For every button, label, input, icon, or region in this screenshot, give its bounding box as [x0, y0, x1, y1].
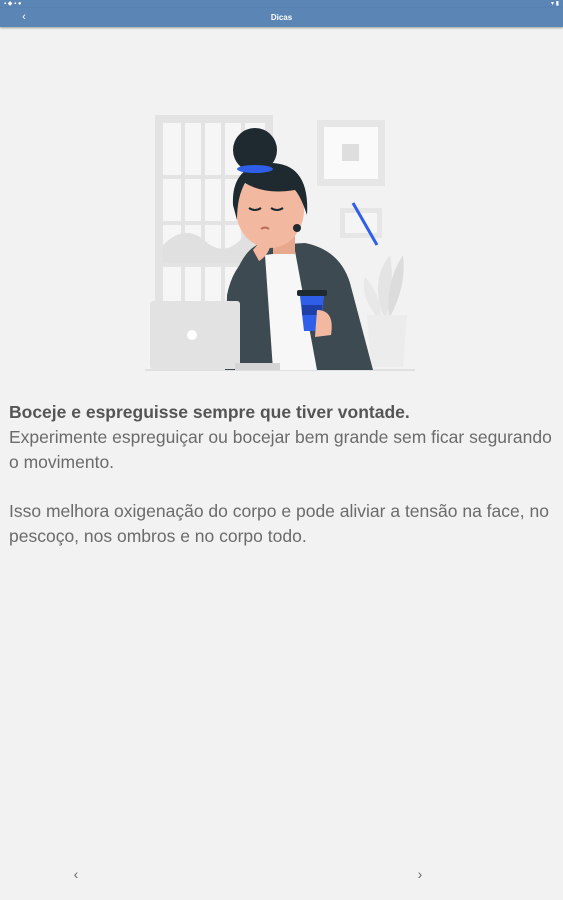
status-icons-right: ▾ ▮: [551, 1, 559, 7]
next-page-icon[interactable]: ›: [408, 862, 432, 886]
tired-woman-illustration: [145, 105, 415, 375]
plant: [363, 255, 407, 367]
page-title: Dicas: [270, 13, 293, 22]
prev-page-icon[interactable]: ‹: [64, 862, 88, 886]
wall-shelf: [340, 202, 382, 246]
status-icons-left: ▪ ◆ ▪ ●: [4, 1, 22, 7]
tip-headline: Boceje e espreguisse sempre que tiver vo…: [9, 402, 410, 422]
app-bar: ‹ Dicas: [0, 8, 563, 27]
status-bar: ▪ ◆ ▪ ● ▾ ▮: [0, 0, 563, 8]
tip-line-2: Isso melhora oxigenação do corpo e pode …: [9, 501, 549, 546]
tip-content: Boceje e espreguisse sempre que tiver vo…: [9, 400, 559, 549]
tip-line-1: Experimente espreguiçar ou bocejar bem g…: [9, 427, 552, 472]
wall-frame: [317, 120, 385, 186]
